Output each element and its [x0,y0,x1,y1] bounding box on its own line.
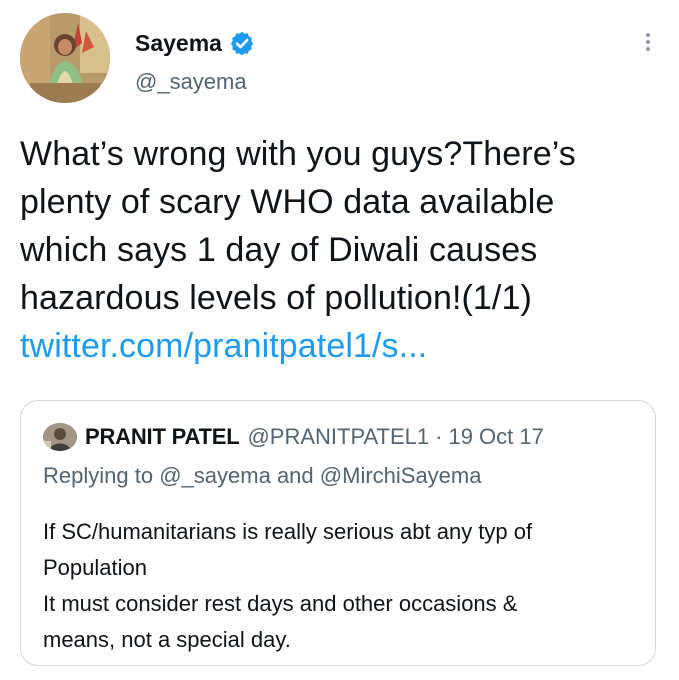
quoted-text-line: If SC/humanitarians is really serious ab… [43,519,533,544]
reply-mention[interactable]: @_sayema [159,463,271,488]
author-display-name[interactable]: Sayema [135,30,222,57]
author-handle[interactable]: @_sayema [135,69,247,95]
replying-to-and: and [276,463,314,488]
tweet-body: What’s wrong with you guys?There’s plent… [20,130,660,370]
author-avatar-image [20,13,110,103]
more-options-icon[interactable] [643,30,653,58]
quoted-replying-to: Replying to @_sayema and @MirchiSayema [43,463,481,489]
tweet-text-line: which says 1 day of Diwali causes [20,231,538,269]
quoted-tweet[interactable]: PRANIT PATEL @PRANITPATEL1 · 19 Oct 17 R… [20,400,656,666]
quoted-text-line: means, not a special day. [43,627,291,652]
quoted-tweet-body: If SC/humanitarians is really serious ab… [43,514,633,658]
tweet-text-line: plenty of scary WHO data available [20,183,555,221]
verified-badge-icon [230,31,254,56]
quoted-text-line: It must consider rest days and other occ… [43,591,518,616]
tweet-text-line: hazardous levels of pollution!(1/1) [20,279,532,317]
quoted-author-avatar-image [43,423,77,451]
author-name-row: Sayema [135,26,255,60]
tweet-text-line: What’s wrong with you guys?There’s [20,135,576,173]
replying-to-prefix: Replying to [43,463,154,488]
quoted-author-handle[interactable]: @PRANITPATEL1 [247,424,429,450]
quoted-text-line: Population [43,555,147,580]
quoted-separator: · [435,424,443,449]
quoted-tweet-header: PRANIT PATEL @PRANITPATEL1 · 19 Oct 17 [43,423,544,451]
tweet-link[interactable]: twitter.com/pranitpatel1/s... [20,322,660,370]
quoted-date[interactable]: 19 Oct 17 [448,424,543,450]
author-avatar[interactable] [20,13,110,103]
tweet-card: Sayema @_sayema What’s wrong with you gu… [0,0,679,680]
quoted-author-avatar[interactable] [43,423,77,451]
reply-mention[interactable]: @MirchiSayema [320,463,482,488]
quoted-author-name[interactable]: PRANIT PATEL [85,424,240,450]
